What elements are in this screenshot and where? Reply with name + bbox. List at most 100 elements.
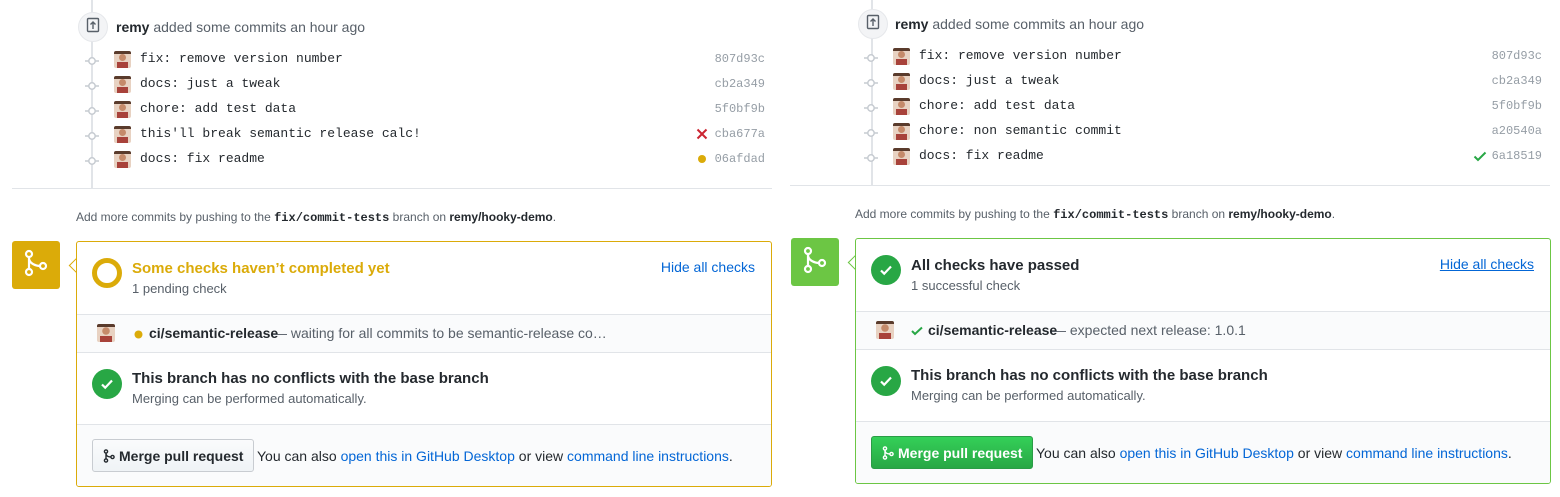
merge-button-label: Merge pull request: [119, 447, 244, 464]
check-circle-icon: [871, 255, 901, 285]
push-action: added some commits an hour ago: [153, 19, 366, 35]
commit-row: docs: fix readme 6a18519: [864, 146, 1542, 168]
also-text: or view: [1297, 445, 1343, 461]
commit-sha[interactable]: cba677a: [715, 127, 765, 141]
commit-message[interactable]: this'll break semantic release calc!: [140, 126, 421, 141]
github-desktop-link[interactable]: open this in GitHub Desktop: [341, 448, 515, 464]
conflicts-section: This branch has no conflicts with the ba…: [856, 349, 1550, 421]
push-badge: [78, 12, 108, 42]
check-name[interactable]: ci/semantic-release: [928, 322, 1057, 338]
also-text: You can also: [257, 448, 337, 464]
merge-pull-request-button[interactable]: Merge pull request: [92, 439, 255, 472]
repo-name: remy/hooky-demo: [1228, 207, 1332, 221]
avatar[interactable]: [893, 98, 910, 115]
commit-sha[interactable]: 5f0bf9b: [1492, 99, 1542, 113]
repo-name: remy/hooky-demo: [449, 210, 553, 224]
commit-message[interactable]: docs: just a tweak: [919, 73, 1059, 88]
pending-ring-icon: [92, 258, 122, 288]
commit-sha[interactable]: 06afdad: [715, 152, 765, 166]
hint-text: branch on: [392, 210, 447, 224]
pr-panel-pending: remy added some commits an hour ago fix:…: [0, 0, 780, 497]
commit-row: docs: just a tweak cb2a349: [85, 74, 765, 96]
commit-node-icon: [864, 151, 878, 163]
success-check-icon: [911, 325, 923, 337]
command-line-link[interactable]: command line instructions: [1346, 445, 1508, 461]
repo-push-icon: [866, 14, 880, 35]
merge-alternatives: You can also open this in GitHub Desktop…: [257, 448, 733, 464]
also-text: .: [1507, 445, 1512, 461]
git-merge-icon: [882, 445, 894, 460]
avatar: [876, 321, 894, 339]
merge-box: Some checks haven’t completed yet 1 pend…: [76, 241, 772, 487]
hide-all-checks-link[interactable]: Hide all checks: [661, 259, 755, 275]
commit-node-icon: [864, 51, 878, 63]
check-row: ci/semantic-release — waiting for all co…: [77, 314, 771, 352]
push-badge: [858, 9, 888, 39]
commit-message[interactable]: chore: add test data: [140, 101, 296, 116]
commit-node-icon: [85, 104, 99, 116]
commit-message[interactable]: docs: just a tweak: [140, 76, 280, 91]
hint-text: .: [1331, 207, 1336, 221]
conflicts-title: This branch has no conflicts with the ba…: [911, 367, 1268, 384]
merge-alternatives: You can also open this in GitHub Desktop…: [1036, 445, 1512, 461]
pending-dot-icon: [132, 328, 144, 340]
commit-sha[interactable]: 5f0bf9b: [715, 102, 765, 116]
commit-row: chore: add test data 5f0bf9b: [864, 96, 1542, 118]
commit-message[interactable]: chore: non semantic commit: [919, 123, 1122, 138]
pending-dot-icon[interactable]: [695, 152, 709, 166]
checks-summary: Some checks haven’t completed yet 1 pend…: [77, 242, 771, 314]
commit-node-icon: [864, 101, 878, 113]
check-name[interactable]: ci/semantic-release: [149, 325, 278, 341]
commit-message[interactable]: docs: fix readme: [919, 148, 1044, 163]
commit-row: fix: remove version number 807d93c: [85, 49, 765, 71]
repo-push-icon: [86, 17, 100, 38]
commit-row: docs: fix readme 06afdad: [85, 149, 765, 171]
merge-status-badge: [12, 241, 60, 289]
github-desktop-link[interactable]: open this in GitHub Desktop: [1120, 445, 1294, 461]
merge-status-badge: [791, 238, 839, 286]
git-merge-icon: [23, 249, 49, 282]
branch-name: fix/commit-tests: [274, 211, 390, 225]
commit-sha[interactable]: 807d93c: [1492, 49, 1542, 63]
commit-message[interactable]: fix: remove version number: [919, 48, 1122, 63]
avatar[interactable]: [114, 126, 131, 143]
avatar[interactable]: [114, 151, 131, 168]
hint-text: .: [552, 210, 557, 224]
conflicts-subtitle: Merging can be performed automatically.: [132, 391, 367, 406]
check-row: ci/semantic-release — expected next rele…: [856, 311, 1550, 349]
push-author[interactable]: remy: [116, 19, 149, 35]
avatar[interactable]: [114, 76, 131, 93]
commit-sha[interactable]: 807d93c: [715, 52, 765, 66]
avatar[interactable]: [893, 48, 910, 65]
merge-pull-request-button[interactable]: Merge pull request: [871, 436, 1034, 469]
commit-message[interactable]: fix: remove version number: [140, 51, 343, 66]
check-circle-icon: [92, 369, 122, 399]
also-text: or view: [518, 448, 564, 464]
hide-all-checks-link[interactable]: Hide all checks: [1440, 256, 1534, 272]
commit-sha[interactable]: a20540a: [1492, 124, 1542, 138]
commit-sha[interactable]: cb2a349: [1492, 74, 1542, 88]
commit-node-icon: [85, 54, 99, 66]
commit-message[interactable]: chore: add test data: [919, 98, 1075, 113]
avatar[interactable]: [893, 148, 910, 165]
avatar[interactable]: [114, 51, 131, 68]
avatar[interactable]: [114, 101, 131, 118]
avatar[interactable]: [893, 73, 910, 90]
avatar[interactable]: [893, 123, 910, 140]
checks-subtitle: 1 successful check: [911, 278, 1021, 293]
pr-panel-passed: remy added some commits an hour ago fix:…: [780, 0, 1560, 497]
hint-text: Add more commits by pushing to the: [855, 207, 1050, 221]
success-check-icon[interactable]: [1473, 149, 1487, 163]
command-line-link[interactable]: command line instructions: [567, 448, 729, 464]
conflicts-title: This branch has no conflicts with the ba…: [132, 370, 489, 387]
push-hint: Add more commits by pushing to the fix/c…: [855, 207, 1335, 222]
divider: [790, 185, 1550, 186]
commit-sha[interactable]: cb2a349: [715, 77, 765, 91]
branch-name: fix/commit-tests: [1053, 208, 1169, 222]
push-header: remy added some commits an hour ago: [116, 19, 365, 35]
push-author[interactable]: remy: [895, 16, 928, 32]
commit-sha[interactable]: 6a18519: [1492, 149, 1542, 163]
push-action: added some commits an hour ago: [932, 16, 1145, 32]
failure-x-icon[interactable]: [695, 127, 709, 141]
commit-message[interactable]: docs: fix readme: [140, 151, 265, 166]
